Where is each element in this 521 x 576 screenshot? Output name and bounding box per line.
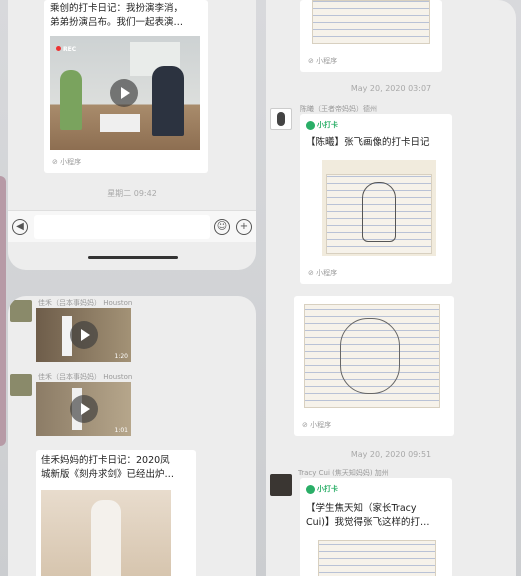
rec-dot-icon bbox=[56, 46, 61, 51]
input-bar: ◀ ☺ + bbox=[8, 210, 256, 242]
mini-program-name-text: 小打卡 bbox=[317, 121, 338, 129]
drawn-face bbox=[340, 318, 400, 394]
video-card-text-line1: 乘创的打卡日记：我扮演李消， bbox=[50, 3, 184, 14]
play-icon[interactable] bbox=[110, 79, 138, 107]
sender-name: 佳禾（吕本事妈妈） Houston bbox=[38, 373, 133, 381]
timestamp: May 20, 2020 03:07 bbox=[350, 84, 432, 93]
drawing-photo bbox=[312, 0, 430, 44]
left-bottom-chat-window: 佳禾（吕本事妈妈） Houston 1:20 佳禾（吕本事妈妈） Houston… bbox=[8, 296, 256, 576]
timestamp: May 20, 2020 09:51 bbox=[350, 450, 432, 459]
video-duration: 1:01 bbox=[114, 427, 128, 434]
mini-program-tag-text: 小程序 bbox=[316, 269, 338, 277]
timestamp: 星期二 09:42 bbox=[107, 189, 157, 198]
avatar bbox=[270, 108, 292, 130]
video-card[interactable]: 乘创的打卡日记：我扮演李消， 弟弟扮演吕布。我们一起表演… REC ⊘ 小程序 bbox=[44, 0, 208, 173]
plus-icon[interactable]: + bbox=[236, 219, 252, 235]
diary-card[interactable]: 佳禾妈妈的打卡日记：2020凤 城新版《刻舟求剑》已经出炉… bbox=[36, 450, 196, 576]
home-indicator bbox=[88, 256, 178, 259]
link-icon: ⊘ bbox=[308, 269, 317, 277]
sender-name: Tracy Cui (焦天知妈妈) 加州 bbox=[298, 469, 389, 477]
avatar bbox=[10, 374, 32, 396]
mini-program-tag: ⊘ 小程序 bbox=[302, 420, 331, 430]
drawn-figure bbox=[362, 182, 396, 242]
drawing-card-top[interactable]: ⊘ 小程序 bbox=[300, 0, 442, 72]
zhangfei-drawing[interactable] bbox=[322, 160, 436, 256]
drawing-avatar-icon bbox=[277, 112, 285, 126]
rec-text: REC bbox=[63, 46, 77, 53]
mini-program-tag: ⊘ 小程序 bbox=[308, 56, 337, 66]
left-top-chat-window: 乘创的打卡日记：我扮演李消， 弟弟扮演吕布。我们一起表演… REC ⊘ 小程序 … bbox=[8, 0, 256, 270]
diary-card-photo[interactable] bbox=[41, 490, 171, 576]
diary-card-zhangfei[interactable]: 小打卡 【陈曦】张飞画像的打卡日记 ⊘ 小程序 bbox=[300, 114, 452, 284]
sender-name: 佳禾（吕本事妈妈） Houston bbox=[38, 299, 133, 307]
link-icon: ⊘ bbox=[52, 158, 61, 166]
diary-card-title-line2: Cui)】我觉得张飞这样的打… bbox=[306, 517, 430, 528]
link-icon: ⊘ bbox=[302, 421, 311, 429]
xiaodaka-logo-icon bbox=[306, 120, 315, 130]
mini-program-tag-text: 小程序 bbox=[60, 158, 82, 166]
video-duration: 1:20 bbox=[114, 353, 128, 360]
avatar bbox=[270, 474, 292, 496]
person-right bbox=[152, 66, 184, 136]
mini-program-tag-text: 小程序 bbox=[310, 421, 332, 429]
video-card-text-line2: 弟弟扮演吕布。我们一起表演… bbox=[50, 17, 184, 28]
tracy-drawing[interactable] bbox=[318, 540, 436, 576]
avatar bbox=[10, 300, 32, 322]
mini-program-name: 小打卡 bbox=[306, 120, 338, 130]
diary-card-title-line1: 【学生焦天知（家长Tracy bbox=[306, 503, 417, 514]
diary-card-title: 【陈曦】张飞画像的打卡日记 bbox=[306, 137, 430, 148]
video-thumbnail[interactable]: REC bbox=[50, 36, 200, 150]
video-message-1[interactable]: 1:20 bbox=[36, 308, 131, 362]
mini-program-name: 小打卡 bbox=[306, 484, 338, 494]
voice-icon[interactable]: ◀ bbox=[12, 219, 28, 235]
left-edge-frame bbox=[0, 176, 6, 446]
drawing-card-face[interactable]: ⊘ 小程序 bbox=[294, 296, 454, 436]
table bbox=[100, 114, 140, 132]
diary-card-tracy[interactable]: 小打卡 【学生焦天知（家长Tracy Cui)】我觉得张飞这样的打… bbox=[300, 478, 452, 576]
message-input[interactable] bbox=[34, 215, 210, 239]
right-chat-window: ⊘ 小程序 May 20, 2020 03:07 陈曦（王者帝妈妈）德州 小打卡… bbox=[266, 0, 516, 576]
dancer bbox=[91, 500, 121, 576]
mini-program-tag: ⊘ 小程序 bbox=[52, 157, 81, 167]
mini-program-tag: ⊘ 小程序 bbox=[308, 268, 337, 278]
mini-program-name-text: 小打卡 bbox=[317, 485, 338, 493]
diary-card-title-line2: 城新版《刻舟求剑》已经出炉… bbox=[41, 469, 175, 480]
diary-card-title-line1: 佳禾妈妈的打卡日记：2020凤 bbox=[41, 455, 170, 466]
xiaodaka-logo-icon bbox=[306, 484, 315, 494]
sender-name: 陈曦（王者帝妈妈）德州 bbox=[300, 105, 377, 113]
mini-program-tag-text: 小程序 bbox=[316, 57, 338, 65]
person-left bbox=[60, 70, 82, 130]
play-icon[interactable] bbox=[70, 395, 98, 423]
link-icon: ⊘ bbox=[308, 57, 317, 65]
play-icon[interactable] bbox=[70, 321, 98, 349]
screenshot-collage: 乘创的打卡日记：我扮演李消， 弟弟扮演吕布。我们一起表演… REC ⊘ 小程序 … bbox=[0, 0, 521, 576]
rec-label: REC bbox=[56, 46, 76, 53]
emoji-icon[interactable]: ☺ bbox=[214, 219, 230, 235]
video-message-2[interactable]: 1:01 bbox=[36, 382, 131, 436]
